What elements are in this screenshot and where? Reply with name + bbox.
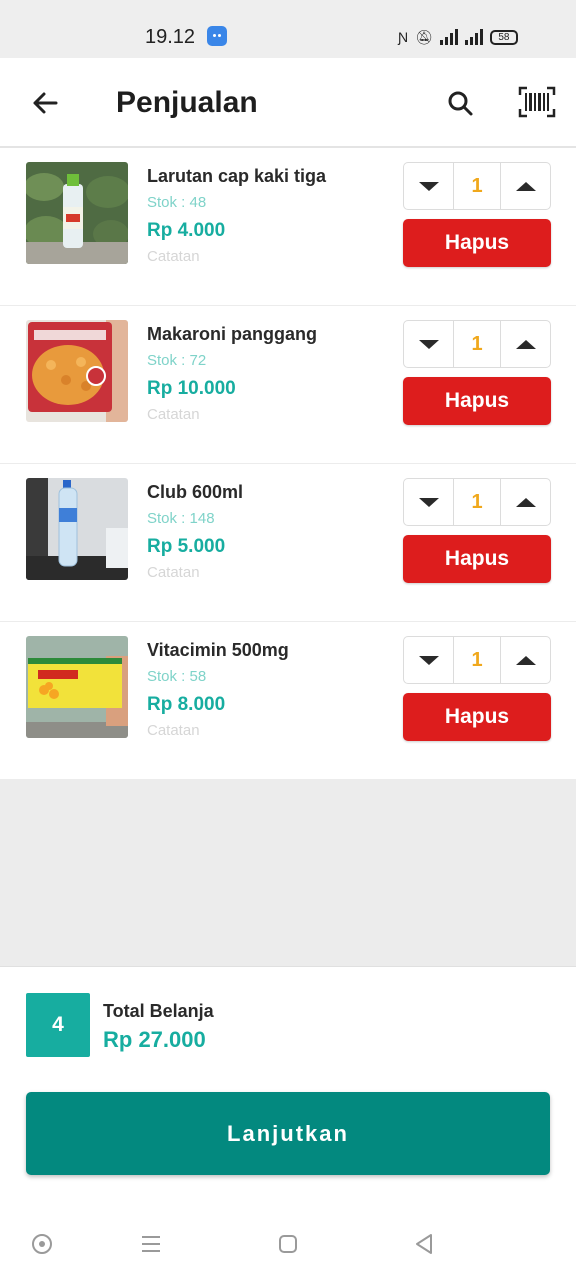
- product-stock: Stok : 72: [147, 352, 207, 369]
- signal-icon: [464, 29, 483, 45]
- note-link[interactable]: Catatan: [147, 722, 200, 739]
- app-bar: Penjualan: [0, 58, 576, 148]
- increase-button[interactable]: [501, 637, 550, 683]
- product-stock: Stok : 148: [147, 510, 215, 527]
- product-price: Rp 8.000: [147, 694, 226, 715]
- note-link[interactable]: Catatan: [147, 406, 200, 423]
- note-link[interactable]: Catatan: [147, 564, 200, 581]
- quantity-value: 1: [453, 637, 501, 683]
- caret-down-icon: [418, 181, 439, 191]
- caret-up-icon: [515, 497, 536, 507]
- status-icons: Ɲ 🔕︎ 58: [398, 27, 518, 47]
- product-stock: Stok : 58: [147, 668, 207, 685]
- assistant-icon[interactable]: [30, 1232, 54, 1256]
- checkout-footer: 4 Total Belanja Rp 27.000 Lanjutkan: [0, 966, 576, 1200]
- empty-list-area: [0, 780, 576, 966]
- home-icon[interactable]: [276, 1232, 300, 1256]
- delete-button[interactable]: Hapus: [403, 377, 551, 425]
- caret-up-icon: [515, 181, 536, 191]
- bell-muted-icon: 🔕︎: [415, 29, 433, 45]
- decrease-button[interactable]: [404, 163, 453, 209]
- product-name: Larutan cap kaki tiga: [147, 166, 327, 186]
- menu-icon[interactable]: [139, 1232, 163, 1256]
- quantity-value: 1: [453, 321, 501, 367]
- cart-item: Makaroni panggang Stok : 72 Rp 10.000 Ca…: [0, 306, 576, 464]
- caret-down-icon: [418, 497, 439, 507]
- nfc-icon: Ɲ: [398, 29, 409, 45]
- quantity-stepper: 1: [403, 478, 551, 526]
- back-arrow-icon[interactable]: [30, 88, 60, 118]
- delete-button[interactable]: Hapus: [403, 693, 551, 741]
- increase-button[interactable]: [501, 479, 550, 525]
- quantity-value: 1: [453, 479, 501, 525]
- increase-button[interactable]: [501, 163, 550, 209]
- product-image: [26, 478, 128, 580]
- quantity-stepper: 1: [403, 636, 551, 684]
- delete-button[interactable]: Hapus: [403, 219, 551, 267]
- battery-icon: 58: [489, 29, 518, 45]
- note-link[interactable]: Catatan: [147, 248, 200, 265]
- continue-button[interactable]: Lanjutkan: [26, 1092, 550, 1175]
- product-image: [26, 636, 128, 738]
- app-notification-icon: [207, 26, 227, 46]
- increase-button[interactable]: [501, 321, 550, 367]
- total-value: Rp 27.000: [103, 1027, 206, 1052]
- quantity-stepper: 1: [403, 320, 551, 368]
- decrease-button[interactable]: [404, 321, 453, 367]
- total-label: Total Belanja: [103, 1001, 214, 1021]
- cart-item: Larutan cap kaki tiga Stok : 48 Rp 4.000…: [0, 148, 576, 306]
- cart-item: Vitacimin 500mg Stok : 58 Rp 8.000 Catat…: [0, 622, 576, 780]
- product-name: Makaroni panggang: [147, 324, 318, 344]
- item-count-badge: 4: [26, 993, 90, 1057]
- 4g-signal-icon: [439, 29, 458, 45]
- cart-item: Club 600ml Stok : 148 Rp 5.000 Catatan 1…: [0, 464, 576, 622]
- caret-down-icon: [418, 339, 439, 349]
- product-image: [26, 162, 128, 264]
- battery-level: 58: [498, 31, 510, 43]
- status-bar: 19.12 Ɲ 🔕︎ 58: [0, 0, 576, 58]
- caret-up-icon: [515, 339, 536, 349]
- product-name: Vitacimin 500mg: [147, 640, 289, 660]
- caret-up-icon: [515, 655, 536, 665]
- quantity-value: 1: [453, 163, 501, 209]
- caret-down-icon: [418, 655, 439, 665]
- system-navigation-bar: [0, 1200, 576, 1280]
- quantity-stepper: 1: [403, 162, 551, 210]
- product-price: Rp 10.000: [147, 378, 236, 399]
- page-title: Penjualan: [116, 86, 258, 119]
- product-name: Club 600ml: [147, 482, 244, 502]
- product-price: Rp 4.000: [147, 220, 226, 241]
- search-icon[interactable]: [447, 90, 475, 118]
- decrease-button[interactable]: [404, 479, 453, 525]
- product-stock: Stok : 48: [147, 194, 207, 211]
- barcode-scan-icon[interactable]: [518, 86, 556, 118]
- product-price: Rp 5.000: [147, 536, 226, 557]
- product-image: [26, 320, 128, 422]
- status-time: 19.12: [145, 26, 196, 48]
- back-icon[interactable]: [412, 1232, 436, 1256]
- delete-button[interactable]: Hapus: [403, 535, 551, 583]
- decrease-button[interactable]: [404, 637, 453, 683]
